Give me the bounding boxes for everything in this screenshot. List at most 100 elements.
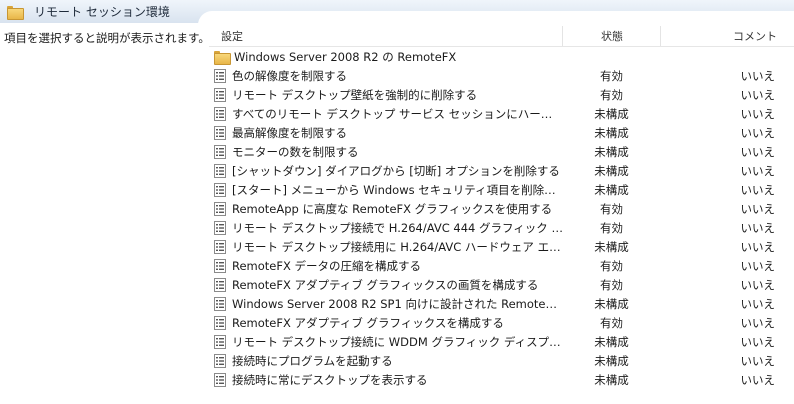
setting-name-cell: 接続時にプログラムを起動する: [209, 353, 563, 369]
setting-comment: いいえ: [740, 372, 776, 387]
setting-state: 有効: [600, 258, 623, 273]
setting-state: 有効: [600, 201, 623, 216]
setting-name: Windows Server 2008 R2 SP1 向けに設計された Remo…: [232, 296, 563, 311]
setting-row[interactable]: 接続時にプログラムを起動する 未構成 いいえ: [209, 351, 794, 370]
folder-row[interactable]: Windows Server 2008 R2 の RemoteFX: [209, 47, 794, 66]
setting-name: リモート デスクトップ接続で H.264/AVC 444 グラフィック モードを…: [232, 220, 563, 235]
setting-row[interactable]: RemoteApp に高度な RemoteFX グラフィックスを使用する 有効 …: [209, 199, 794, 218]
description-pane: 項目を選択すると説明が表示されます。: [4, 31, 210, 45]
setting-name-cell: すべてのリモート デスクトップ サービス セッションにハードウェア グラフィッ.…: [209, 106, 563, 122]
folder-icon: [7, 5, 24, 20]
setting-row[interactable]: リモート デスクトップ接続用に H.264/AVC ハードウェア エンコードを構…: [209, 237, 794, 256]
setting-name-cell: 最高解像度を制限する: [209, 125, 563, 141]
setting-row[interactable]: 最高解像度を制限する 未構成 いいえ: [209, 123, 794, 142]
setting-comment: いいえ: [740, 68, 776, 83]
setting-row[interactable]: RemoteFX アダプティブ グラフィックスを構成する 有効 いいえ: [209, 313, 794, 332]
setting-comment: いいえ: [740, 201, 776, 216]
policy-setting-icon: [214, 315, 226, 330]
setting-comment: いいえ: [740, 334, 776, 349]
setting-comment: いいえ: [740, 277, 776, 292]
setting-name: 接続時にプログラムを起動する: [232, 353, 393, 368]
title-bar-curve: [198, 11, 794, 25]
setting-comment: いいえ: [740, 220, 776, 235]
policy-setting-icon: [214, 182, 226, 197]
policy-setting-icon: [214, 353, 226, 368]
setting-row[interactable]: Windows Server 2008 R2 SP1 向けに設計された Remo…: [209, 294, 794, 313]
policy-setting-icon: [214, 258, 226, 273]
policy-setting-icon: [214, 201, 226, 216]
setting-name: RemoteFX データの圧縮を構成する: [232, 258, 422, 273]
setting-name: [スタート] メニューから Windows セキュリティ項目を削除する: [232, 182, 563, 197]
setting-comment: いいえ: [740, 87, 776, 102]
setting-comment: いいえ: [740, 163, 776, 178]
setting-name-cell: リモート デスクトップ壁紙を強制的に削除する: [209, 87, 563, 103]
policy-setting-icon: [214, 372, 226, 387]
column-header-setting[interactable]: 設定: [209, 28, 562, 44]
policy-setting-icon: [214, 277, 226, 292]
column-header-state[interactable]: 状態: [563, 28, 660, 44]
policy-setting-icon: [214, 144, 226, 159]
setting-row[interactable]: 色の解像度を制限する 有効 いいえ: [209, 66, 794, 85]
setting-state: 未構成: [594, 296, 629, 311]
setting-name-cell: [シャットダウン] ダイアログから [切断] オプションを削除する: [209, 163, 563, 179]
setting-row[interactable]: すべてのリモート デスクトップ サービス セッションにハードウェア グラフィッ.…: [209, 104, 794, 123]
setting-name-cell: 色の解像度を制限する: [209, 68, 563, 84]
setting-name-cell: [スタート] メニューから Windows セキュリティ項目を削除する: [209, 182, 563, 198]
setting-state: 未構成: [594, 125, 629, 140]
setting-comment: いいえ: [740, 315, 776, 330]
setting-comment: いいえ: [740, 182, 776, 197]
setting-name-cell: モニターの数を制限する: [209, 144, 563, 160]
setting-name: 接続時に常にデスクトップを表示する: [232, 372, 428, 387]
setting-row[interactable]: リモート デスクトップ壁紙を強制的に削除する 有効 いいえ: [209, 85, 794, 104]
setting-comment: いいえ: [740, 353, 776, 368]
policy-setting-icon: [214, 334, 226, 349]
setting-state: 未構成: [594, 372, 629, 387]
setting-comment: いいえ: [740, 125, 776, 140]
column-header-comment[interactable]: コメント: [661, 28, 794, 44]
folder-icon: [214, 50, 231, 65]
policy-setting-icon: [214, 296, 226, 311]
setting-name-cell: リモート デスクトップ接続で H.264/AVC 444 グラフィック モードを…: [209, 220, 563, 236]
setting-name: リモート デスクトップ接続に WDDM グラフィック ディスプレイ ドライバー.…: [232, 334, 563, 349]
setting-row[interactable]: 接続時に常にデスクトップを表示する 未構成 いいえ: [209, 370, 794, 389]
setting-row[interactable]: リモート デスクトップ接続で H.264/AVC 444 グラフィック モードを…: [209, 218, 794, 237]
setting-row[interactable]: モニターの数を制限する 未構成 いいえ: [209, 142, 794, 161]
setting-row[interactable]: [シャットダウン] ダイアログから [切断] オプションを削除する 未構成 いい…: [209, 161, 794, 180]
column-header-row: 設定 状態 コメント: [209, 26, 794, 47]
setting-comment: いいえ: [740, 296, 776, 311]
setting-name-cell: 接続時に常にデスクトップを表示する: [209, 372, 563, 388]
setting-comment: いいえ: [740, 258, 776, 273]
setting-name: RemoteFX アダプティブ グラフィックスの画質を構成する: [232, 277, 539, 292]
setting-state: 未構成: [594, 106, 629, 121]
setting-name: リモート デスクトップ壁紙を強制的に削除する: [232, 87, 478, 102]
setting-name-cell: RemoteFX データの圧縮を構成する: [209, 258, 563, 274]
policy-setting-icon: [214, 106, 226, 121]
setting-state: 有効: [600, 315, 623, 330]
setting-comment: いいえ: [740, 144, 776, 159]
setting-state: 未構成: [594, 144, 629, 159]
setting-state: 未構成: [594, 353, 629, 368]
setting-name-cell: リモート デスクトップ接続に WDDM グラフィック ディスプレイ ドライバー.…: [209, 334, 563, 350]
node-title: リモート セッション環境: [0, 0, 170, 23]
setting-rows: 色の解像度を制限する 有効 いいえ リモート デスクトップ壁紙を強制的に削除する…: [209, 66, 794, 389]
policy-setting-icon: [214, 68, 226, 83]
policy-setting-icon: [214, 239, 226, 254]
settings-list: 設定 状態 コメント Windows Server 2008 R2 の Remo…: [209, 26, 794, 389]
setting-state: 有効: [600, 68, 623, 83]
setting-state: 未構成: [594, 163, 629, 178]
setting-comment: いいえ: [740, 106, 776, 121]
setting-row[interactable]: RemoteFX アダプティブ グラフィックスの画質を構成する 有効 いいえ: [209, 275, 794, 294]
setting-name: [シャットダウン] ダイアログから [切断] オプションを削除する: [232, 163, 560, 178]
setting-row[interactable]: RemoteFX データの圧縮を構成する 有効 いいえ: [209, 256, 794, 275]
setting-row[interactable]: [スタート] メニューから Windows セキュリティ項目を削除する 未構成 …: [209, 180, 794, 199]
node-title-text: リモート セッション環境: [34, 5, 170, 19]
folder-name-cell: Windows Server 2008 R2 の RemoteFX: [209, 49, 563, 65]
setting-name-cell: RemoteFX アダプティブ グラフィックスを構成する: [209, 315, 563, 331]
setting-row[interactable]: リモート デスクトップ接続に WDDM グラフィック ディスプレイ ドライバー.…: [209, 332, 794, 351]
setting-name: すべてのリモート デスクトップ サービス セッションにハードウェア グラフィッ.…: [232, 106, 563, 121]
setting-name-cell: RemoteApp に高度な RemoteFX グラフィックスを使用する: [209, 201, 563, 217]
policy-setting-icon: [214, 87, 226, 102]
setting-name-cell: リモート デスクトップ接続用に H.264/AVC ハードウェア エンコードを構…: [209, 239, 563, 255]
setting-name: リモート デスクトップ接続用に H.264/AVC ハードウェア エンコードを構…: [232, 239, 563, 254]
policy-setting-icon: [214, 163, 226, 178]
